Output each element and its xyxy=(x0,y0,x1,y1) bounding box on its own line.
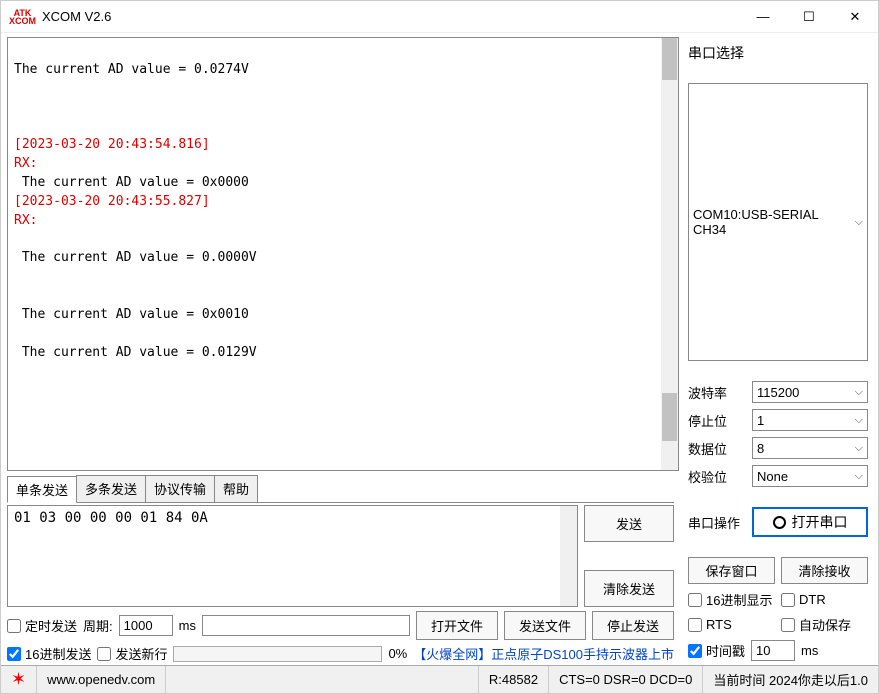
status-r: R:48582 xyxy=(479,666,549,693)
dtr-checkbox[interactable]: DTR xyxy=(781,590,868,609)
tab-help[interactable]: 帮助 xyxy=(214,475,258,502)
maximize-button[interactable]: ☐ xyxy=(786,2,832,32)
port-select[interactable]: COM10:USB-SERIAL CH34 xyxy=(688,83,868,361)
parity-label: 校验位 xyxy=(688,467,746,486)
settings-icon[interactable]: ✶ xyxy=(1,666,37,693)
rx-line: The current AD value = 0x0000 xyxy=(14,175,249,190)
ms-label: ms xyxy=(179,618,196,633)
statusbar: ✶ www.openedv.com R:48582 CTS=0 DSR=0 DC… xyxy=(1,665,878,693)
stopbits-label: 停止位 xyxy=(688,411,746,430)
baud-select[interactable]: 115200 xyxy=(752,381,868,403)
file-path-input[interactable] xyxy=(202,615,410,636)
send-newline-checkbox[interactable]: 发送新行 xyxy=(97,644,167,663)
baud-label: 波特率 xyxy=(688,383,746,402)
tab-multi-send[interactable]: 多条发送 xyxy=(76,475,146,502)
open-port-button[interactable]: 打开串口 xyxy=(752,507,868,537)
rts-checkbox[interactable]: RTS xyxy=(688,615,775,634)
rx-line: The current AD value = 0.0129V xyxy=(14,345,257,360)
port-status-icon xyxy=(773,516,786,529)
hex-send-checkbox[interactable]: 16进制发送 xyxy=(7,644,91,663)
save-window-button[interactable]: 保存窗口 xyxy=(688,557,775,584)
period-label: 周期: xyxy=(83,616,113,635)
send-file-button[interactable]: 发送文件 xyxy=(504,611,586,640)
rx-timestamp: [2023-03-20 20:43:54.816] xyxy=(14,137,210,152)
parity-select[interactable]: None xyxy=(752,465,868,487)
period-input[interactable] xyxy=(119,615,173,636)
open-file-button[interactable]: 打开文件 xyxy=(416,611,498,640)
rx-line: The current AD value = 0x0010 xyxy=(14,307,249,322)
progress-percent: 0% xyxy=(388,646,407,661)
stop-send-button[interactable]: 停止发送 xyxy=(592,611,674,640)
clear-receive-button[interactable]: 清除接收 xyxy=(781,557,868,584)
port-op-label: 串口操作 xyxy=(688,513,746,532)
databits-select[interactable]: 8 xyxy=(752,437,868,459)
minimize-button[interactable]: — xyxy=(740,2,786,32)
receive-textarea[interactable]: The current AD value = 0.0274V [2023-03-… xyxy=(7,37,679,471)
status-cts: CTS=0 DSR=0 DCD=0 xyxy=(549,666,703,693)
tab-single-send[interactable]: 单条发送 xyxy=(7,476,77,503)
rx-timestamp: [2023-03-20 20:43:55.827] xyxy=(14,194,210,209)
rx-scrollbar[interactable] xyxy=(661,38,678,470)
send-textarea[interactable]: 01 03 00 00 00 01 84 0A xyxy=(7,505,578,607)
send-button[interactable]: 发送 xyxy=(584,505,674,542)
window-title: XCOM V2.6 xyxy=(42,9,740,24)
status-url[interactable]: www.openedv.com xyxy=(37,666,166,693)
progress-bar xyxy=(173,646,382,662)
promo-link[interactable]: 【火爆全网】正点原子DS100手持示波器上市 xyxy=(413,644,674,663)
timestamp-checkbox[interactable]: 时间戳 xyxy=(688,641,745,660)
app-logo: ATKXCOM xyxy=(9,9,36,25)
timed-send-checkbox[interactable]: 定时发送 xyxy=(7,616,77,635)
titlebar: ATKXCOM XCOM V2.6 — ☐ ✕ xyxy=(1,1,878,33)
hex-display-checkbox[interactable]: 16进制显示 xyxy=(688,590,775,609)
close-button[interactable]: ✕ xyxy=(832,2,878,32)
clear-send-button[interactable]: 清除发送 xyxy=(584,570,674,607)
rx-marker: RX: xyxy=(14,156,37,171)
rx-line: The current AD value = 0.0274V xyxy=(14,62,249,77)
tab-protocol[interactable]: 协议传输 xyxy=(145,475,215,502)
timestamp-ms-label: ms xyxy=(801,643,818,658)
tx-scrollbar[interactable] xyxy=(560,506,577,606)
status-tail: 当前时间 2024你走以后1.0 xyxy=(703,666,878,693)
tx-content: 01 03 00 00 00 01 84 0A xyxy=(14,510,208,526)
autosave-checkbox[interactable]: 自动保存 xyxy=(781,615,868,634)
rx-line: The current AD value = 0.0000V xyxy=(14,250,257,265)
port-section-title: 串口选择 xyxy=(688,43,868,63)
stopbits-select[interactable]: 1 xyxy=(752,409,868,431)
send-tabs: 单条发送 多条发送 协议传输 帮助 xyxy=(7,475,674,503)
databits-label: 数据位 xyxy=(688,439,746,458)
rx-marker: RX: xyxy=(14,213,37,228)
timestamp-input[interactable] xyxy=(751,640,795,661)
